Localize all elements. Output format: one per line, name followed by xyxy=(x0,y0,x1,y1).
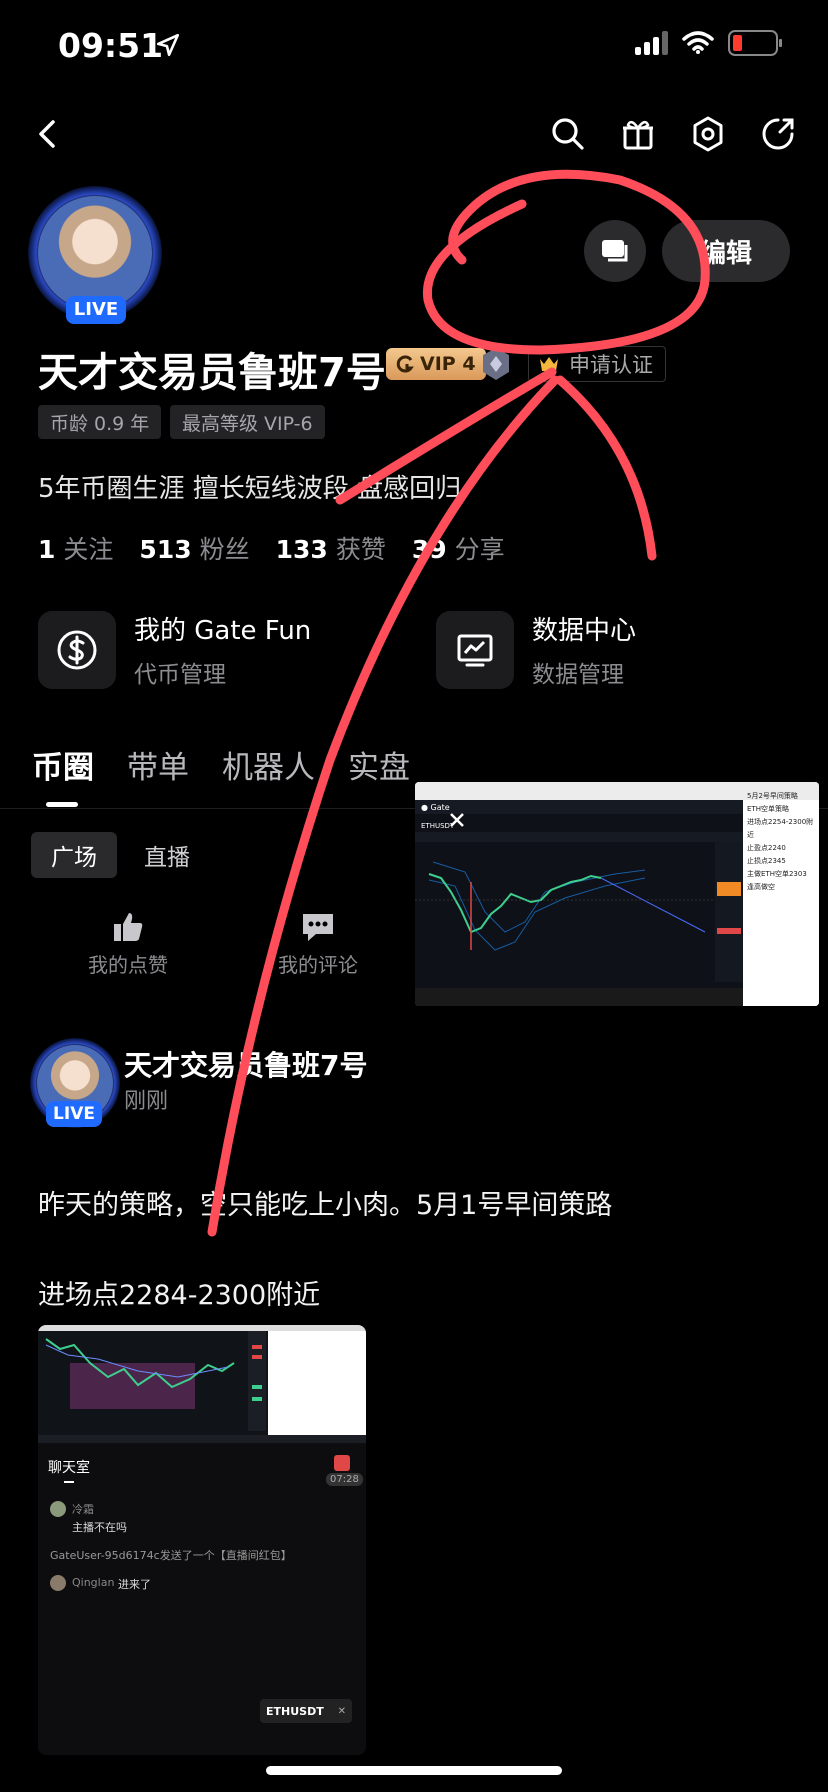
profile-bio: 5年币圈生涯 擅长短线波段 盘感回归 xyxy=(38,474,462,504)
my-comments-label: 我的评论 xyxy=(278,953,358,977)
chart-note: 进场点2254-2300附近 xyxy=(747,818,814,839)
red-packet-icon[interactable] xyxy=(334,1455,350,1471)
stat-shares[interactable]: 39 分享 xyxy=(412,530,505,566)
chat-username: Qinglan xyxy=(72,1576,115,1589)
stat-likes[interactable]: 133 获赞 xyxy=(276,530,386,566)
post-line: 昨天的策略，空只能吃上小肉。5月1号早间策路 xyxy=(38,1190,613,1221)
content-tabs: 币圈 带单 机器人 实盘 xyxy=(32,742,410,787)
data-center-card[interactable]: 数据中心 数据管理 xyxy=(436,610,636,689)
gate-fun-subtitle: 代币管理 xyxy=(134,662,226,688)
profile-name: 天才交易员鲁班7号 xyxy=(38,350,386,396)
chat-user-avatar xyxy=(50,1575,66,1591)
vip-badge[interactable]: VIP 4 xyxy=(386,348,486,380)
comment-icon xyxy=(303,914,333,941)
post-image-chart xyxy=(38,1325,366,1443)
vip-label: VIP 4 xyxy=(420,353,476,375)
signal-icon xyxy=(635,31,668,55)
status-time: 09:51 xyxy=(58,26,164,65)
chart-note: ETH空单策略 xyxy=(747,805,789,813)
gate-fun-title: 我的 Gate Fun xyxy=(134,616,312,646)
stat-followers[interactable]: 513 粉丝 xyxy=(139,530,249,566)
chat-room-underline xyxy=(64,1481,74,1483)
chart-note: 止损点2345 xyxy=(747,857,786,865)
status-icons xyxy=(635,30,782,56)
post-live-badge[interactable]: LIVE xyxy=(46,1101,102,1127)
chip-square[interactable]: 广场 xyxy=(31,832,117,878)
dollar-coin-icon xyxy=(38,610,116,689)
pair-chip-label: ETHUSDT xyxy=(266,1704,324,1718)
apply-certification-button[interactable]: 申请认证 xyxy=(528,346,666,382)
my-comments-button[interactable]: 我的评论 xyxy=(272,910,364,978)
gate-logo-icon xyxy=(396,355,414,373)
chat-room-title: 聊天室 xyxy=(48,1460,90,1476)
close-icon[interactable]: ✕ xyxy=(338,1706,346,1717)
location-arrow-icon xyxy=(156,33,180,57)
chart-notes: 5月2号早间策略 ETH空单策略 进场点2254-2300附近 止盈点2240 … xyxy=(747,790,817,894)
post-line: 进场点2284-2300附近 xyxy=(38,1280,321,1311)
data-center-subtitle: 数据管理 xyxy=(532,662,624,688)
coin-age-tag: 币龄 0.9 年 xyxy=(38,405,162,439)
avatar[interactable] xyxy=(38,196,152,310)
home-indicator[interactable] xyxy=(266,1766,562,1775)
share-icon[interactable] xyxy=(758,114,798,154)
tab-live-trading[interactable]: 实盘 xyxy=(348,742,410,787)
red-packet-time: 07:28 xyxy=(326,1473,363,1486)
search-icon[interactable] xyxy=(548,114,588,154)
settings-icon[interactable] xyxy=(688,114,728,154)
tab-coin-circle[interactable]: 币圈 xyxy=(32,742,94,787)
data-center-title: 数据中心 xyxy=(532,616,637,646)
post-time: 刚刚 xyxy=(124,1089,169,1114)
back-chevron-icon[interactable] xyxy=(28,114,68,154)
chat-user-avatar xyxy=(50,1501,66,1517)
my-likes-button[interactable]: 我的点赞 xyxy=(82,910,174,978)
live-badge[interactable]: LIVE xyxy=(66,296,126,324)
profile-stats: 1 关注 513 粉丝 133 获赞 39 分享 xyxy=(38,530,505,566)
gate-fun-card[interactable]: 我的 Gate Fun 代币管理 xyxy=(38,610,311,689)
chart-note: 逢高做空 xyxy=(747,883,775,891)
crown-icon xyxy=(540,357,558,371)
stat-following[interactable]: 1 关注 xyxy=(38,530,113,566)
chart-note: 止盈点2240 xyxy=(747,844,786,852)
message-button[interactable] xyxy=(584,220,646,282)
max-vip-tag: 最高等级 VIP-6 xyxy=(170,405,325,439)
thumbs-up-icon xyxy=(114,913,143,941)
chart-site-logo: ● Gate xyxy=(421,803,450,812)
post-image[interactable]: 聊天室 07:28 冷霜 主播不在吗 GateUser-95d6174c发送了一… xyxy=(38,1325,366,1755)
battery-icon xyxy=(728,30,782,56)
wifi-icon xyxy=(682,31,714,54)
chat-username: 冷霜 xyxy=(72,1503,94,1516)
chart-note: 主做ETH空单2303 xyxy=(747,870,807,878)
chat-message: 主播不在吗 xyxy=(72,1521,127,1534)
my-likes-label: 我的点赞 xyxy=(88,953,168,977)
floating-screenshot[interactable]: ● Gate ETHUSDT 5月2号早间策略 ETH空单策略 进场点2254-… xyxy=(415,782,819,1006)
post-author[interactable]: 天才交易员鲁班7号 xyxy=(124,1044,367,1084)
chart-monitor-icon xyxy=(436,610,514,689)
level-shield-icon xyxy=(483,348,509,380)
tab-copy-trading[interactable]: 带单 xyxy=(127,742,189,787)
chat-system-message: GateUser-95d6174c发送了一个【直播间红包】 xyxy=(50,1549,292,1562)
edit-profile-button[interactable]: 编辑 xyxy=(662,220,790,282)
chat-bubble-icon xyxy=(602,240,628,262)
cert-label: 申请认证 xyxy=(569,353,653,377)
chart-pair: ETHUSDT xyxy=(421,822,455,830)
active-tab-indicator xyxy=(46,802,78,807)
chart-note: 5月2号早间策略 xyxy=(747,792,798,800)
tab-bots[interactable]: 机器人 xyxy=(222,742,315,787)
chat-message: 进来了 xyxy=(118,1578,151,1591)
gift-icon[interactable] xyxy=(618,114,658,154)
chip-live[interactable]: 直播 xyxy=(124,832,210,878)
pair-chip[interactable]: ETHUSDT ✕ xyxy=(260,1699,352,1723)
